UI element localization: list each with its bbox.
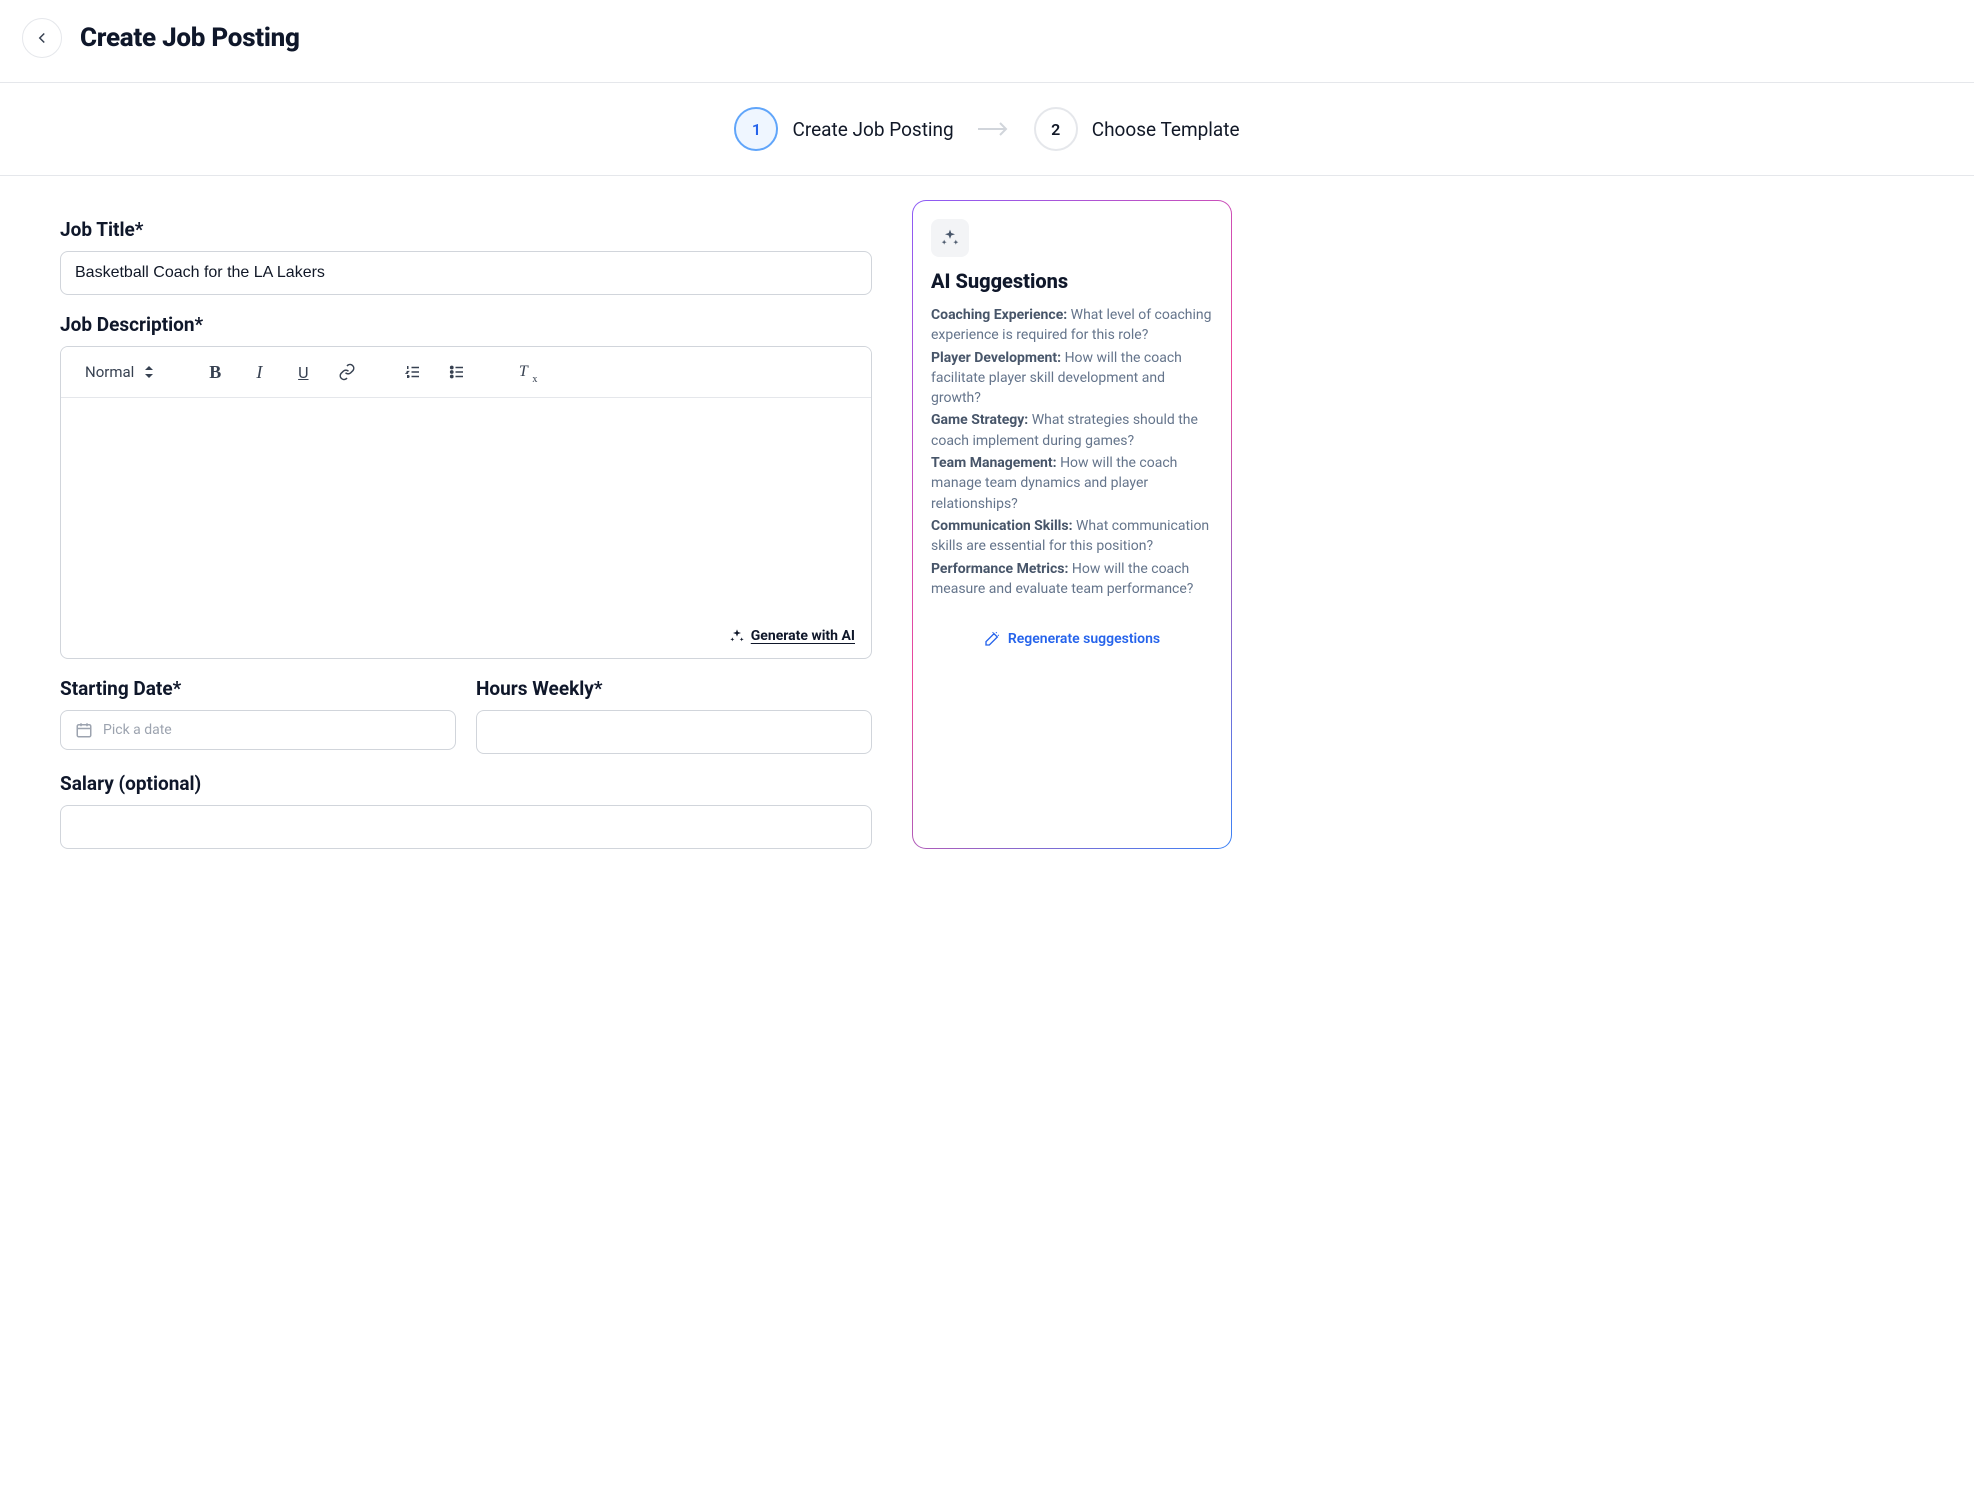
sparkles-icon [729,628,745,644]
ai-suggestion-item: Performance Metrics: How will the coach … [931,559,1213,600]
step-number: 1 [734,107,778,151]
wand-icon [984,631,1000,647]
generate-with-ai-label: Generate with AI [751,628,855,644]
arrow-left-icon [33,29,51,47]
job-description-editor: Normal B I U [60,346,872,659]
starting-date-placeholder: Pick a date [103,722,172,738]
ai-suggestion-heading: Game Strategy: [931,412,1032,428]
ai-suggestion-item: Player Development: How will the coach f… [931,348,1213,409]
block-style-select[interactable]: Normal [75,357,164,387]
starting-date-label: Starting Date* [60,677,456,700]
step-number: 2 [1034,107,1078,151]
link-icon [338,363,356,381]
italic-button[interactable]: I [244,357,274,387]
arrow-right-icon [976,119,1012,139]
starting-date-input[interactable]: Pick a date [60,710,456,750]
job-title-input[interactable] [60,251,872,295]
ai-suggestion-heading: Coaching Experience: [931,307,1071,323]
ai-suggestion-item: Coaching Experience: What level of coach… [931,305,1213,346]
block-style-label: Normal [85,363,134,381]
calendar-icon [75,721,93,739]
ai-suggestion-item: Communication Skills: What communication… [931,516,1213,557]
salary-input[interactable] [60,805,872,849]
ai-suggestion-item: Game Strategy: What strategies should th… [931,410,1213,451]
ordered-list-icon [404,363,422,381]
bold-button[interactable]: B [200,357,230,387]
back-button[interactable] [22,18,62,58]
step-2[interactable]: 2 Choose Template [1034,107,1240,151]
link-button[interactable] [332,357,362,387]
clear-formatting-button[interactable]: Tx [508,357,538,387]
step-label: Create Job Posting [792,118,953,141]
step-label: Choose Template [1092,118,1240,141]
job-description-label: Job Description* [60,313,872,336]
editor-toolbar: Normal B I U [61,347,871,398]
step-1[interactable]: 1 Create Job Posting [734,107,953,151]
ordered-list-button[interactable] [398,357,428,387]
regenerate-suggestions-button[interactable]: Regenerate suggestions [931,631,1213,647]
content: Job Title* Job Description* Normal B I U [0,176,1260,889]
ai-suggestion-heading: Team Management: [931,455,1060,471]
generate-with-ai-button[interactable]: Generate with AI [729,628,855,644]
page-title: Create Job Posting [80,23,300,53]
form-column: Job Title* Job Description* Normal B I U [60,200,872,849]
ai-suggestion-item: Team Management: How will the coach mana… [931,453,1213,514]
ai-suggestions-panel: AI Suggestions Coaching Experience: What… [912,200,1232,849]
underline-button[interactable]: U [288,357,318,387]
job-title-label: Job Title* [60,218,872,241]
editor-textarea[interactable]: Generate with AI [61,398,871,658]
header: Create Job Posting [0,0,1974,82]
ai-suggestion-heading: Player Development: [931,350,1065,366]
ai-suggestions-title: AI Suggestions [931,269,1213,293]
sort-icon [144,365,154,379]
hours-weekly-label: Hours Weekly* [476,677,872,700]
ai-suggestion-heading: Performance Metrics: [931,561,1072,577]
ai-suggestion-heading: Communication Skills: [931,518,1076,534]
hours-weekly-input[interactable] [476,710,872,754]
unordered-list-button[interactable] [442,357,472,387]
stepper: 1 Create Job Posting 2 Choose Template [0,82,1974,176]
sparkles-icon [931,219,969,257]
salary-label: Salary (optional) [60,772,872,795]
regenerate-suggestions-label: Regenerate suggestions [1008,631,1160,647]
ai-suggestions-list: Coaching Experience: What level of coach… [931,305,1213,599]
unordered-list-icon [448,363,466,381]
